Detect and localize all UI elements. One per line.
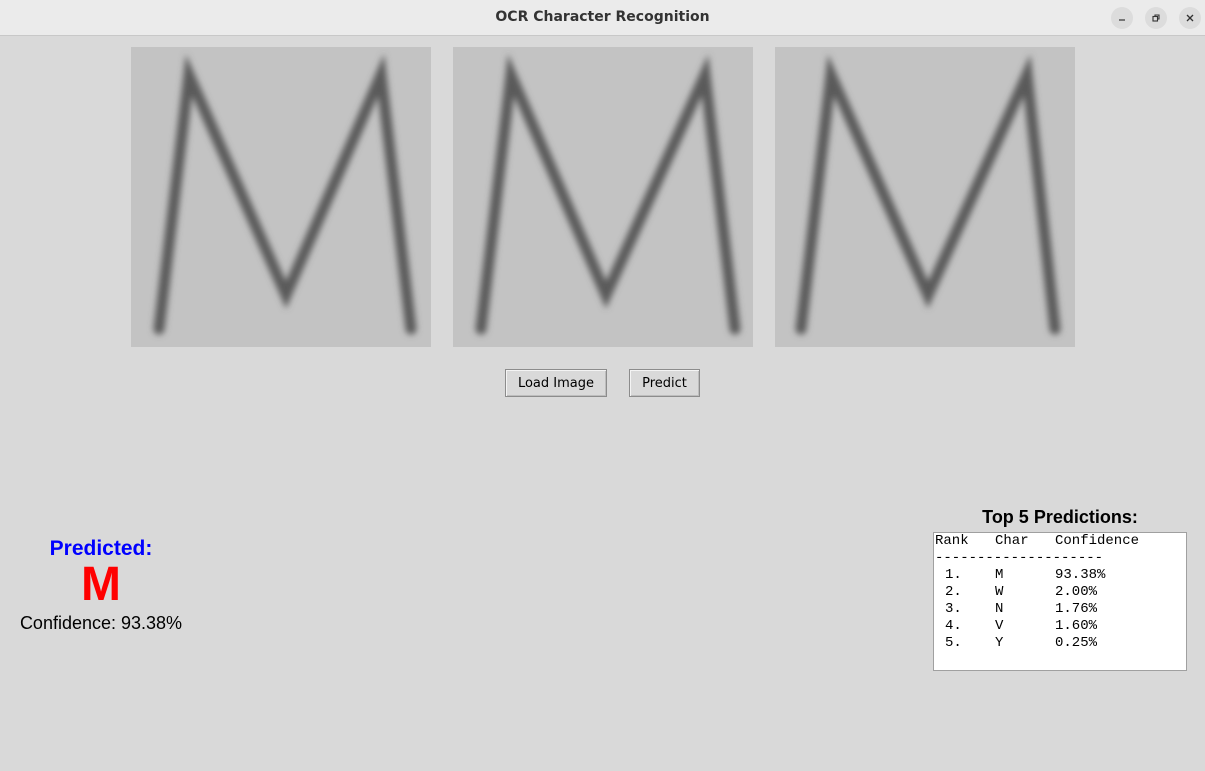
list-item: 5. Y 0.25%: [935, 635, 1186, 652]
title-bar: OCR Character Recognition: [0, 0, 1205, 36]
character-image-1: [131, 47, 431, 347]
minimize-button[interactable]: [1111, 7, 1133, 29]
load-image-button[interactable]: Load Image: [505, 369, 607, 397]
character-image-2: [453, 47, 753, 347]
rank-cell: 5.: [945, 635, 962, 651]
predicted-character: M: [81, 558, 121, 611]
char-cell: Y: [995, 635, 1004, 651]
rank-cell: 4.: [945, 618, 962, 634]
top5-separator: --------------------: [935, 550, 1104, 566]
close-button[interactable]: [1179, 7, 1201, 29]
list-item: 1. M 93.38%: [935, 567, 1186, 584]
header-rank: Rank: [935, 533, 969, 549]
top5-title: Top 5 Predictions:: [982, 507, 1138, 527]
char-cell: V: [995, 618, 1004, 634]
top5-header-row: Rank Char Confidence: [935, 533, 1186, 550]
rank-cell: 1.: [945, 567, 962, 583]
list-item: 3. N 1.76%: [935, 601, 1186, 618]
header-confidence: Confidence: [1055, 533, 1140, 549]
confidence-cell: 1.76%: [1055, 601, 1098, 617]
confidence-text: Confidence: 93.38%: [19, 613, 183, 633]
predict-button[interactable]: Predict: [629, 369, 700, 397]
character-image-3: [775, 47, 1075, 347]
window-title: OCR Character Recognition: [495, 9, 710, 25]
close-icon: [1186, 14, 1194, 22]
confidence-cell: 2.00%: [1055, 584, 1098, 600]
list-item: 4. V 1.60%: [935, 618, 1186, 635]
header-char: Char: [995, 533, 1029, 549]
char-cell: N: [995, 601, 1004, 617]
minimize-icon: [1119, 19, 1125, 21]
confidence-cell: 0.25%: [1055, 635, 1098, 651]
char-cell: M: [995, 567, 1004, 583]
char-cell: W: [995, 584, 1004, 600]
restore-icon: [1152, 14, 1160, 22]
top5-list[interactable]: Rank Char Confidence -------------------- …: [933, 532, 1187, 671]
rank-cell: 3.: [945, 601, 962, 617]
rank-cell: 2.: [945, 584, 962, 600]
confidence-cell: 93.38%: [1055, 567, 1106, 583]
list-item: 2. W 2.00%: [935, 584, 1186, 601]
confidence-cell: 1.60%: [1055, 618, 1098, 634]
restore-button[interactable]: [1145, 7, 1167, 29]
prediction-panel: Predicted: M Confidence: 93.38%: [0, 536, 202, 636]
